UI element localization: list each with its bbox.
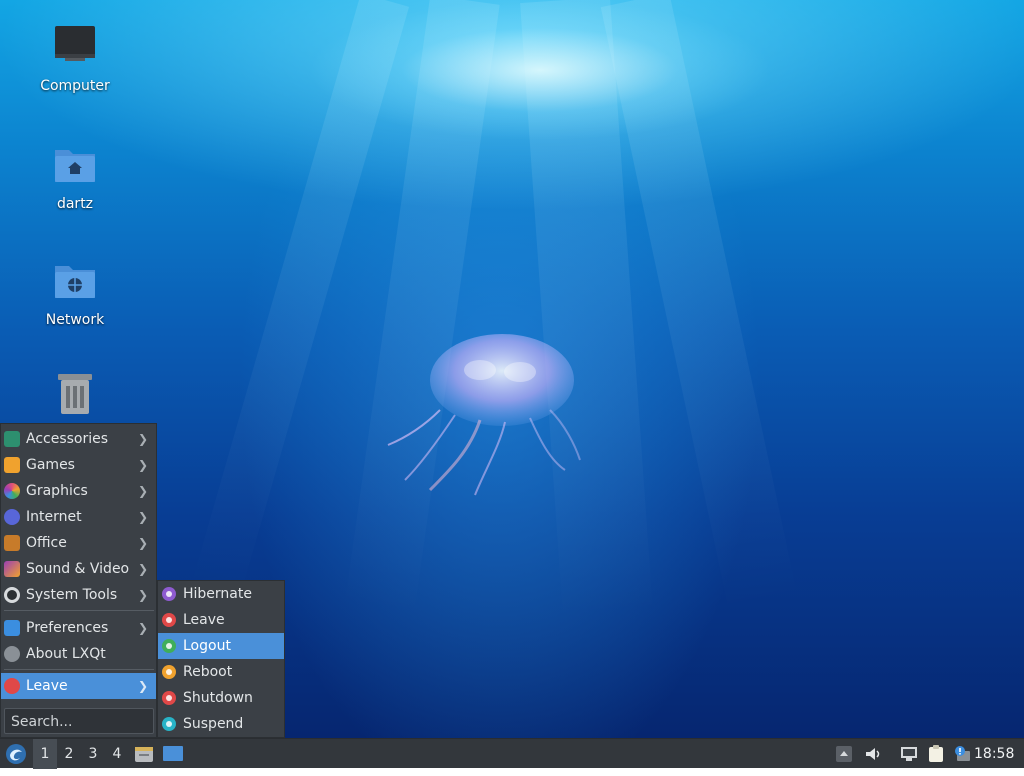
submenu-item-label: Hibernate (183, 586, 252, 602)
chevron-right-icon: ❯ (137, 458, 148, 472)
internet-icon (4, 509, 20, 525)
desktop-switch-4[interactable]: 4 (105, 739, 129, 769)
reboot-icon (162, 665, 176, 679)
desktop-icon-network[interactable]: Network (20, 256, 130, 328)
chevron-right-icon: ❯ (137, 484, 148, 498)
volume-icon[interactable] (864, 745, 882, 763)
desktop-switch-1[interactable]: 1 (33, 739, 57, 769)
desktop-switch-2[interactable]: 2 (57, 739, 81, 769)
shutdown-icon (162, 691, 176, 705)
desktop-icon-label: dartz (56, 196, 94, 212)
chevron-right-icon: ❯ (137, 510, 148, 524)
menu-item-label: Office (26, 535, 67, 551)
tray-expand-icon[interactable] (835, 745, 853, 763)
submenu-item-label: Leave (183, 612, 225, 628)
submenu-item-label: Suspend (183, 716, 244, 732)
submenu-item-label: Shutdown (183, 690, 253, 706)
desktop-switch-3[interactable]: 3 (81, 739, 105, 769)
trash-icon (58, 374, 92, 414)
menu-separator (4, 610, 154, 611)
menu-item-graphics[interactable]: Graphics ❯ (1, 478, 156, 504)
menu-item-label: Graphics (26, 483, 88, 499)
submenu-item-suspend[interactable]: Suspend (158, 711, 284, 737)
chevron-right-icon: ❯ (137, 432, 148, 446)
menu-item-label: Internet (26, 509, 82, 525)
menu-item-label: About LXQt (26, 646, 106, 662)
games-icon (4, 457, 20, 473)
menu-item-internet[interactable]: Internet ❯ (1, 504, 156, 530)
preferences-icon (4, 620, 20, 636)
sound-video-icon (4, 561, 20, 577)
menu-item-sound-video[interactable]: Sound & Video ❯ (1, 556, 156, 582)
chevron-right-icon: ❯ (137, 621, 148, 635)
menu-item-label: Games (26, 457, 75, 473)
info-icon (4, 646, 20, 662)
menu-item-office[interactable]: Office ❯ (1, 530, 156, 556)
taskbar: 1 2 3 4 18:58 (0, 738, 1024, 769)
menu-item-label: Leave (26, 678, 68, 694)
submenu-item-reboot[interactable]: Reboot (158, 659, 284, 685)
submenu-item-leave[interactable]: Leave (158, 607, 284, 633)
system-tools-icon (4, 587, 20, 603)
power-icon (4, 678, 20, 694)
desktop-icon-computer[interactable]: Computer (20, 22, 130, 94)
accessories-icon (4, 431, 20, 447)
menu-item-system-tools[interactable]: System Tools ❯ (1, 582, 156, 608)
menu-item-preferences[interactable]: Preferences ❯ (1, 615, 156, 641)
lxqt-logo-icon (6, 744, 26, 764)
desktop-icon-label: Computer (40, 78, 110, 94)
menu-search-input[interactable]: Search... (4, 708, 154, 734)
clock[interactable]: 18:58 (974, 739, 1020, 769)
logout-icon (162, 639, 176, 653)
update-notifier-icon[interactable] (953, 745, 971, 763)
jellyfish-wallpaper (387, 334, 581, 496)
chevron-right-icon: ❯ (137, 679, 148, 693)
home-folder-icon (55, 150, 95, 182)
chevron-right-icon: ❯ (137, 536, 148, 550)
submenu-item-logout[interactable]: Logout (158, 633, 284, 659)
menu-item-label: Accessories (26, 431, 109, 447)
file-manager-icon (135, 747, 153, 762)
network-connection-icon[interactable] (900, 745, 918, 763)
network-folder-icon (55, 266, 95, 298)
power-icon (162, 613, 176, 627)
menu-item-label: Sound & Video (26, 561, 130, 577)
menu-item-games[interactable]: Games ❯ (1, 452, 156, 478)
leave-submenu: Hibernate Leave Logout Reboot Shutdown S… (157, 580, 285, 738)
menu-separator (4, 669, 154, 670)
hibernate-icon (162, 587, 176, 601)
menu-item-about-lxqt[interactable]: About LXQt (1, 641, 156, 667)
desktop-icon-trash[interactable] (20, 370, 130, 426)
menu-item-leave[interactable]: Leave ❯ (1, 673, 156, 699)
suspend-icon (162, 717, 176, 731)
submenu-item-hibernate[interactable]: Hibernate (158, 581, 284, 607)
menu-item-accessories[interactable]: Accessories ❯ (1, 426, 156, 452)
desktop-icon-label: Network (45, 312, 105, 328)
chevron-right-icon: ❯ (137, 588, 148, 602)
application-menu: Accessories ❯ Games ❯ Graphics ❯ Interne… (0, 423, 157, 738)
clipboard-icon[interactable] (927, 745, 945, 763)
menu-item-label: System Tools (26, 587, 118, 603)
desktop-icon-home-folder[interactable]: dartz (20, 140, 130, 212)
menu-item-label: Preferences (26, 620, 109, 636)
computer-icon (55, 26, 95, 61)
submenu-item-shutdown[interactable]: Shutdown (158, 685, 284, 711)
chevron-right-icon: ❯ (137, 562, 148, 576)
graphics-icon (4, 483, 20, 499)
office-icon (4, 535, 20, 551)
submenu-item-label: Logout (183, 638, 231, 654)
start-menu-button[interactable] (3, 739, 29, 769)
submenu-item-label: Reboot (183, 664, 233, 680)
show-desktop-button[interactable] (161, 739, 185, 769)
file-manager-launcher[interactable] (133, 739, 155, 769)
show-desktop-icon (163, 746, 183, 761)
